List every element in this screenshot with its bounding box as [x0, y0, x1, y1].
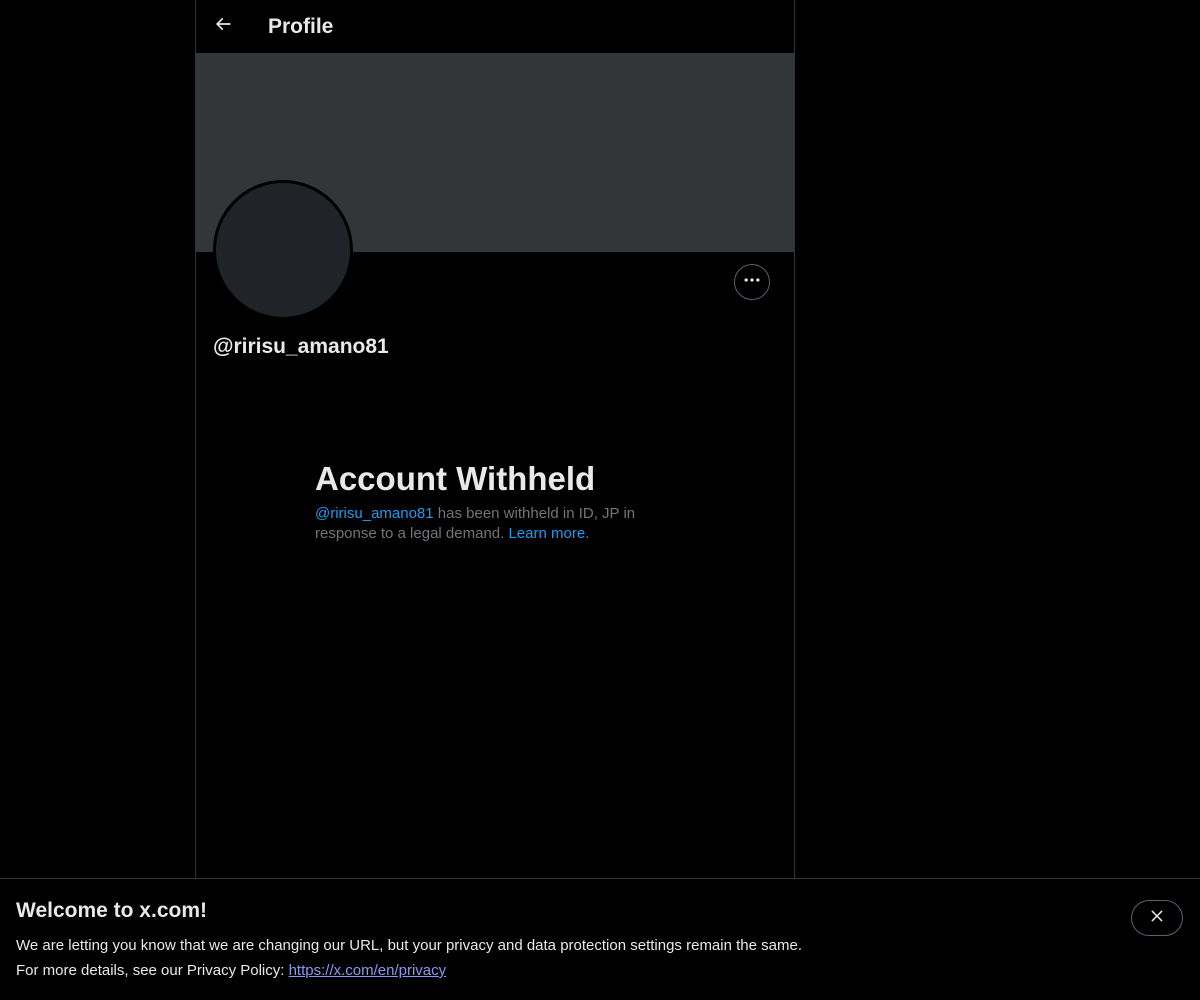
back-button[interactable] [205, 9, 241, 45]
withheld-description: @ririsu_amano81 has been withheld in ID,… [315, 504, 685, 544]
avatar [213, 180, 353, 320]
withheld-title: Account Withheld [315, 460, 596, 497]
notice-title: Welcome to x.com! [16, 899, 207, 922]
page: Profile @ririsu_amano81 Account Withheld… [0, 0, 1200, 1000]
more-options-button[interactable] [734, 264, 770, 300]
notice-details: For more details, see our Privacy Policy… [16, 962, 446, 979]
url-change-notice: Welcome to x.com! We are letting you kno… [0, 878, 1200, 1000]
profile-column: Profile @ririsu_amano81 Account Withheld… [195, 0, 795, 1000]
notice-message: We are letting you know that we are chan… [16, 937, 802, 954]
profile-header: Profile [196, 0, 794, 53]
notice-details-text: For more details, see our Privacy Policy… [16, 962, 289, 979]
profile-handle: @ririsu_amano81 [213, 335, 389, 358]
withheld-handle-link[interactable]: @ririsu_amano81 [315, 505, 434, 522]
close-icon [1148, 907, 1166, 930]
close-notice-button[interactable] [1131, 900, 1183, 936]
withheld-message: Account Withheld @ririsu_amano81 has bee… [315, 458, 685, 544]
ellipsis-icon [742, 270, 762, 295]
learn-more-link[interactable]: Learn more. [508, 525, 589, 542]
arrow-left-icon [213, 14, 233, 39]
page-title: Profile [268, 14, 334, 38]
privacy-policy-link[interactable]: https://x.com/en/privacy [289, 962, 447, 979]
